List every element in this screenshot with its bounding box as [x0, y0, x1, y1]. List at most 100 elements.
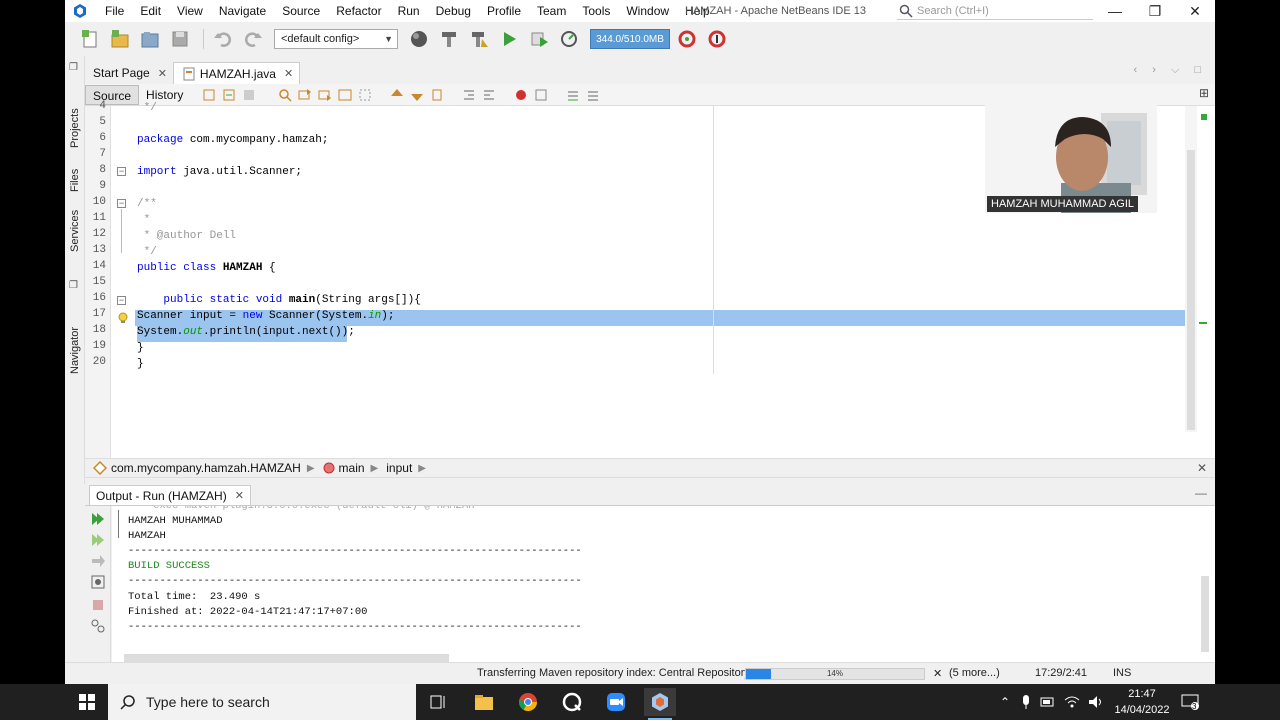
- close-icon[interactable]: ✕: [284, 67, 293, 80]
- shift-left-icon[interactable]: [460, 86, 478, 104]
- record-macro-icon[interactable]: [512, 86, 530, 104]
- projects-tab[interactable]: Projects: [67, 86, 83, 148]
- new-file-icon[interactable]: [77, 26, 103, 52]
- breadcrumb-method[interactable]: main ▶: [323, 461, 378, 475]
- close-icon[interactable]: ✕: [235, 489, 244, 502]
- microphone-icon[interactable]: [1020, 694, 1032, 710]
- forward-icon[interactable]: [240, 86, 258, 104]
- gc-icon[interactable]: [674, 26, 700, 52]
- output-horizontal-scrollbar[interactable]: [124, 654, 449, 662]
- close-window-button[interactable]: ✕: [1175, 0, 1215, 22]
- find-next-icon[interactable]: [316, 86, 334, 104]
- menu-source[interactable]: Source: [274, 0, 328, 22]
- rerun-with-params-icon[interactable]: [89, 531, 107, 549]
- profile-ide-icon[interactable]: [704, 26, 730, 52]
- ide-search-input[interactable]: Search (Ctrl+I): [897, 2, 1093, 20]
- memory-usage-bar[interactable]: 344.0/510.0MB: [590, 29, 670, 49]
- shift-right-icon[interactable]: [480, 86, 498, 104]
- battery-icon[interactable]: [1040, 696, 1056, 708]
- more-tasks-link[interactable]: (5 more...): [949, 667, 1000, 679]
- files-tab[interactable]: Files: [67, 150, 83, 192]
- minimize-button[interactable]: —: [1095, 0, 1135, 22]
- menu-refactor[interactable]: Refactor: [328, 0, 389, 22]
- menu-team[interactable]: Team: [529, 0, 574, 22]
- settings-icon[interactable]: [89, 573, 107, 591]
- options-icon[interactable]: [89, 617, 107, 635]
- rerun-icon[interactable]: [89, 510, 107, 528]
- restore-group-icon[interactable]: ❐: [69, 62, 78, 73]
- redo-icon[interactable]: [240, 26, 266, 52]
- scrollbar-thumb[interactable]: [1187, 150, 1195, 430]
- chrome-icon[interactable]: [512, 688, 544, 716]
- stop-macro-icon[interactable]: [532, 86, 550, 104]
- tab-start-page[interactable]: Start Page ✕: [85, 62, 173, 84]
- tab-navigation-icons[interactable]: ‹ › ⌵ □: [1134, 64, 1207, 77]
- minimize-panel-icon[interactable]: —: [1195, 486, 1207, 500]
- netbeans-taskbar-icon[interactable]: [644, 688, 676, 720]
- comment-icon[interactable]: [564, 86, 582, 104]
- run-icon[interactable]: [496, 26, 522, 52]
- menu-view[interactable]: View: [169, 0, 211, 22]
- cancel-task-icon[interactable]: ✕: [933, 667, 942, 680]
- config-select[interactable]: <default config> ▼: [274, 29, 398, 49]
- stop-icon[interactable]: [89, 596, 107, 614]
- close-icon[interactable]: ✕: [1197, 461, 1207, 475]
- last-edit-icon[interactable]: [200, 86, 218, 104]
- find-selection-icon[interactable]: [276, 86, 294, 104]
- menu-window[interactable]: Window: [618, 0, 677, 22]
- find-previous-icon[interactable]: [296, 86, 314, 104]
- undo-icon[interactable]: [210, 26, 236, 52]
- menu-profile[interactable]: Profile: [479, 0, 529, 22]
- resume-icon[interactable]: [89, 552, 107, 570]
- new-project-icon[interactable]: [107, 26, 133, 52]
- breadcrumb-variable[interactable]: input ▶: [386, 461, 426, 475]
- file-explorer-icon[interactable]: [468, 688, 500, 716]
- back-icon[interactable]: [220, 86, 238, 104]
- uncomment-icon[interactable]: [584, 86, 602, 104]
- tab-output-run[interactable]: Output - Run (HAMZAH) ✕: [89, 485, 251, 505]
- fold-toggle-icon[interactable]: −: [117, 296, 126, 305]
- menu-navigate[interactable]: Navigate: [211, 0, 274, 22]
- source-button[interactable]: Source: [85, 84, 140, 105]
- fold-toggle-icon[interactable]: −: [117, 199, 126, 208]
- menu-file[interactable]: File: [97, 0, 132, 22]
- prev-bookmark-icon[interactable]: [388, 86, 406, 104]
- breadcrumb-class[interactable]: com.mycompany.hamzah.HAMZAH ▶: [93, 461, 315, 475]
- volume-icon[interactable]: [1088, 695, 1104, 709]
- debug-icon[interactable]: [526, 26, 552, 52]
- restore-button[interactable]: ❐: [1135, 0, 1175, 22]
- open-project-icon[interactable]: [137, 26, 163, 52]
- profile-icon[interactable]: [556, 26, 582, 52]
- start-button[interactable]: [68, 684, 106, 720]
- services-tab[interactable]: Services: [67, 196, 83, 252]
- build-hammer-icon[interactable]: [436, 26, 462, 52]
- menu-debug[interactable]: Debug: [428, 0, 479, 22]
- zoom-icon[interactable]: [600, 688, 632, 716]
- clean-build-icon[interactable]: [466, 26, 492, 52]
- next-bookmark-icon[interactable]: [408, 86, 426, 104]
- navigator-tab[interactable]: Navigator: [67, 304, 83, 374]
- split-editor-icon[interactable]: ⊞: [1199, 86, 1209, 100]
- toggle-highlight-icon[interactable]: [336, 86, 354, 104]
- close-icon[interactable]: ✕: [158, 67, 167, 80]
- app-q-icon[interactable]: [556, 688, 588, 716]
- editor-scrollbar[interactable]: [1185, 106, 1197, 432]
- task-view-icon[interactable]: [422, 688, 454, 716]
- save-all-icon[interactable]: [167, 26, 193, 52]
- output-vertical-scrollbar[interactable]: [1201, 576, 1209, 652]
- output-console[interactable]: --- exec-maven-plugin:3.0.0:exec (defaul…: [112, 506, 1215, 662]
- taskbar-clock[interactable]: 21:47 14/04/2022: [1104, 686, 1180, 718]
- restore-group-icon-2[interactable]: ❐: [69, 280, 78, 291]
- wifi-icon[interactable]: [1064, 695, 1080, 709]
- notification-center-icon[interactable]: 3: [1180, 684, 1200, 720]
- chevron-up-icon[interactable]: ⌃: [1000, 695, 1010, 709]
- menu-tools[interactable]: Tools: [574, 0, 618, 22]
- menu-run[interactable]: Run: [390, 0, 428, 22]
- menu-edit[interactable]: Edit: [132, 0, 169, 22]
- globe-icon[interactable]: [406, 26, 432, 52]
- tab-hamzah-java[interactable]: HAMZAH.java ✕: [172, 62, 301, 84]
- toggle-rect-select-icon[interactable]: [356, 86, 374, 104]
- fold-toggle-icon[interactable]: −: [117, 167, 126, 176]
- taskbar-search-input[interactable]: Type here to search: [108, 684, 416, 720]
- toggle-bookmark-icon[interactable]: [428, 86, 446, 104]
